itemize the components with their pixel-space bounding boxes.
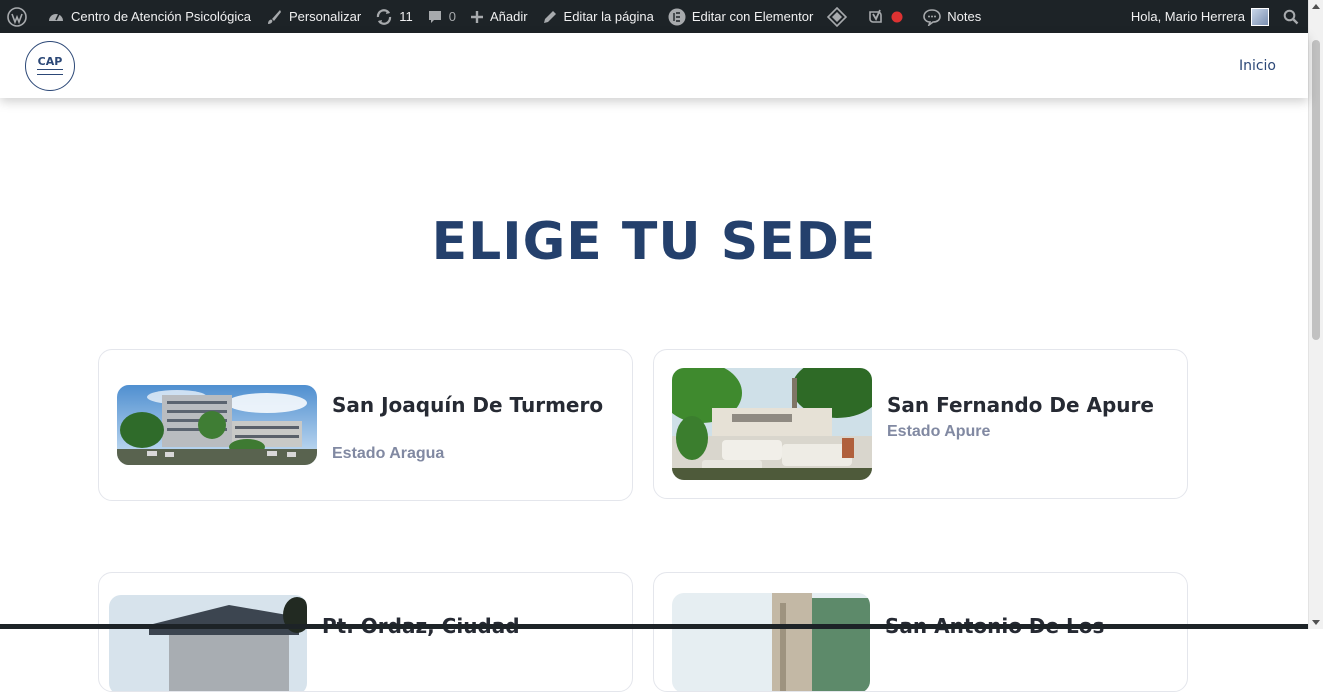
my-account-link[interactable]: Hola, Mario Herrera (1124, 0, 1276, 33)
site-name-link[interactable]: Centro de Atención Psicológica (40, 0, 258, 33)
yoast-icon (867, 8, 885, 26)
sede-card[interactable]: San Fernando De Apure Estado Apure (653, 349, 1188, 499)
wordpress-icon (7, 6, 27, 27)
dashboard-icon (47, 8, 65, 26)
site-logo[interactable]: CAP (25, 40, 75, 91)
updates-link[interactable]: 11 (368, 0, 420, 33)
page-scrollbar[interactable] (1308, 0, 1323, 629)
comments-count: 0 (448, 9, 456, 24)
diamond-icon (827, 6, 848, 27)
user-greeting: Hola, Mario Herrera (1130, 9, 1245, 24)
sede-image (672, 368, 872, 480)
brush-icon (265, 8, 283, 26)
scroll-down-arrow-icon[interactable] (1312, 620, 1320, 625)
pencil-icon (542, 9, 558, 25)
sede-image (109, 595, 307, 691)
sede-state: Estado Apure (887, 423, 991, 440)
sede-name: San Joaquín De Turmero (332, 393, 604, 417)
window-bottom-edge (0, 624, 1308, 629)
wp-logo-menu[interactable] (0, 0, 40, 33)
add-new-label: Añadir (489, 9, 528, 24)
page-title: ELIGE TU SEDE (431, 212, 877, 272)
add-new-link[interactable]: Añadir (463, 0, 535, 33)
sede-card[interactable]: San Antonio De Los (653, 572, 1188, 692)
elementor-icon (668, 8, 686, 26)
seo-status-dot-icon (891, 11, 903, 23)
notes-link[interactable]: Notes (916, 0, 988, 33)
sede-state: Estado Aragua (332, 445, 445, 462)
sede-card[interactable]: San Joaquín De Turmero Estado Aragua (98, 349, 633, 501)
plus-icon (470, 10, 484, 24)
site-header: CAP Inicio (0, 33, 1308, 98)
customize-label: Personalizar (288, 9, 362, 24)
scrollbar-thumb[interactable] (1312, 40, 1320, 340)
comment-icon (427, 9, 443, 25)
edit-elementor-link[interactable]: Editar con Elementor (661, 0, 820, 33)
site-name: Centro de Atención Psicológica (71, 9, 251, 24)
notes-bubble-icon (923, 8, 942, 26)
nav-item-inicio[interactable]: Inicio (1239, 58, 1276, 74)
sede-image (117, 385, 317, 465)
comments-link[interactable]: 0 (420, 0, 463, 33)
edit-page-label: Editar la página (563, 9, 654, 24)
edit-page-link[interactable]: Editar la página (535, 0, 661, 33)
yoast-seo-link[interactable] (860, 0, 916, 33)
logo-text: CAP (37, 55, 63, 68)
logo-underline (37, 69, 63, 75)
sede-card[interactable]: Pt. Ordaz, Ciudad (98, 572, 633, 692)
customize-link[interactable]: Personalizar (258, 0, 368, 33)
notes-label: Notes (947, 9, 982, 24)
scroll-up-arrow-icon[interactable] (1312, 4, 1320, 9)
updates-icon (375, 8, 393, 26)
edit-elementor-label: Editar con Elementor (691, 9, 814, 24)
admin-bar: Centro de Atención Psicológica Personali… (0, 0, 1323, 33)
search-icon (1283, 9, 1299, 25)
sede-image (672, 593, 870, 691)
sede-name: San Fernando De Apure (887, 393, 1154, 417)
avatar (1251, 7, 1269, 26)
diamond-plugin-link[interactable] (820, 0, 860, 33)
updates-count: 11 (399, 9, 413, 24)
